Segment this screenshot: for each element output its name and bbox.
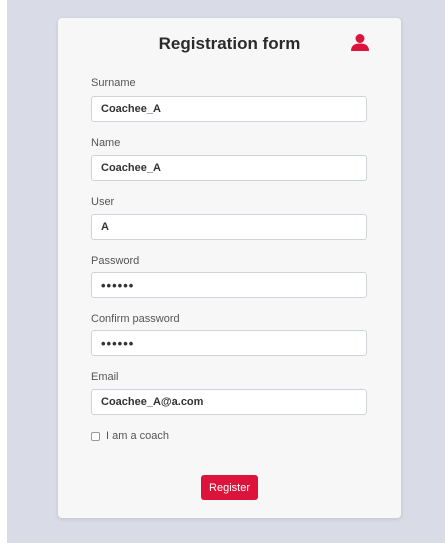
- surname-input[interactable]: [91, 96, 367, 122]
- coach-checkbox-label: I am a coach: [106, 430, 169, 442]
- user-label: User: [91, 196, 115, 208]
- user-icon: [351, 34, 369, 51]
- coach-checkbox-row[interactable]: I am a coach: [91, 430, 169, 442]
- name-input[interactable]: [91, 155, 367, 181]
- surname-label: Surname: [91, 77, 136, 89]
- password-label: Password: [91, 255, 140, 267]
- email-label: Email: [91, 371, 119, 383]
- user-input[interactable]: [91, 214, 367, 240]
- name-label: Name: [91, 137, 121, 149]
- registration-card: Registration form Surname Name User Pass…: [58, 18, 401, 518]
- register-button[interactable]: Register: [201, 475, 258, 500]
- confirm-password-input[interactable]: [91, 330, 367, 356]
- left-edge-strip: [0, 0, 7, 543]
- coach-checkbox[interactable]: [91, 431, 100, 441]
- confirm-password-label: Confirm password: [91, 313, 180, 325]
- email-input[interactable]: [91, 389, 367, 415]
- password-input[interactable]: [91, 272, 367, 298]
